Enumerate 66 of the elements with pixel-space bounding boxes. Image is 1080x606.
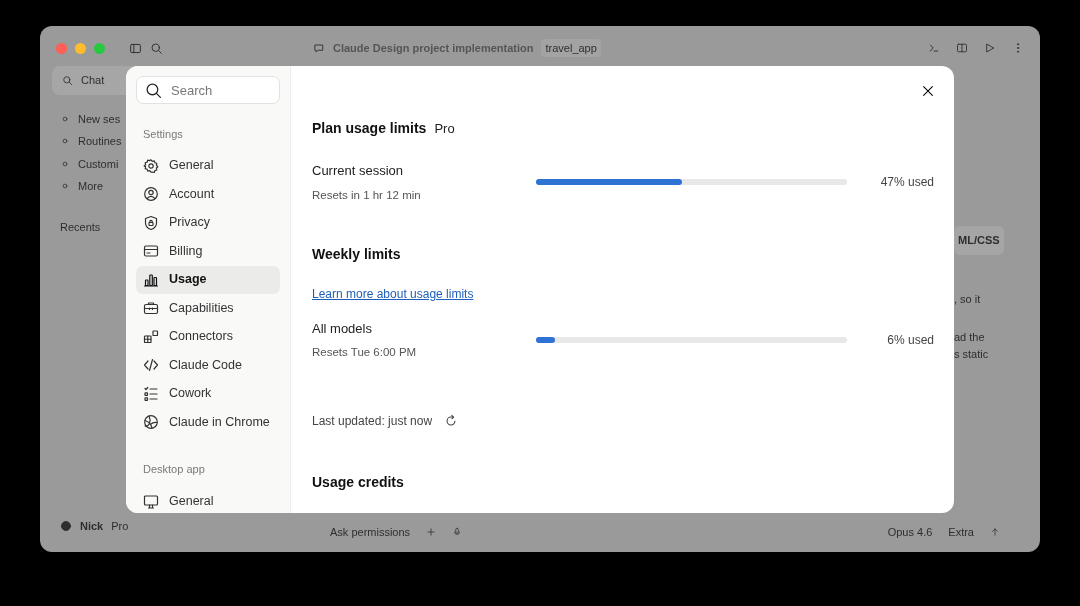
settings-nav-item[interactable]: Connectors <box>136 322 280 351</box>
settings-nav-item[interactable]: Privacy <box>136 208 280 237</box>
sidebar-item[interactable]: Customi <box>78 155 119 172</box>
permissions-button[interactable]: Ask permissions <box>330 523 411 540</box>
settings-nav-item[interactable]: General <box>136 487 280 513</box>
search-icon <box>62 74 73 86</box>
message-text: ML/CSS <box>954 226 1004 255</box>
plan-tier-label: Pro <box>434 120 455 138</box>
search-icon[interactable] <box>150 41 163 55</box>
bar-chart-icon <box>143 271 159 288</box>
message-text: ad the <box>954 330 986 345</box>
reset-time: Resets Tue 6:00 PM <box>312 345 418 361</box>
settings-nav-item[interactable]: Account <box>136 180 280 208</box>
section-heading: Settings <box>142 127 184 142</box>
chat-icon <box>313 42 325 54</box>
settings-nav-item[interactable]: Usage <box>136 265 280 294</box>
settings-nav-item[interactable]: General <box>136 151 280 180</box>
sidebar-icon[interactable] <box>129 41 142 55</box>
sidebar-item[interactable]: Routines <box>78 133 122 150</box>
meter-label: Current session <box>312 162 405 180</box>
message-text: s static <box>954 346 990 362</box>
project-tag: travel_app <box>541 38 601 58</box>
checklist-icon <box>143 385 159 402</box>
briefcase-icon <box>143 300 159 316</box>
settings-nav-item[interactable]: Cowork <box>136 379 280 408</box>
search-field[interactable]: Search <box>136 76 280 104</box>
usage-reading: 6% used <box>887 333 934 348</box>
section-heading: Desktop app <box>142 462 206 477</box>
effort-selector[interactable]: Extra <box>948 523 974 540</box>
send-icon[interactable] <box>990 526 1000 537</box>
settings-nav-item[interactable]: Billing <box>136 237 280 265</box>
credit-card-icon <box>143 243 159 259</box>
terminal-icon[interactable] <box>928 42 940 54</box>
section-title: Plan usage limits <box>312 119 427 138</box>
section-title: Weekly limits <box>312 244 402 264</box>
mic-icon[interactable] <box>452 526 463 537</box>
reset-time: Resets in 1 hr 12 min <box>312 187 422 203</box>
plus-icon[interactable] <box>426 526 437 537</box>
code-icon <box>143 357 159 373</box>
play-icon[interactable] <box>984 42 996 54</box>
user-name: Nick <box>80 518 104 534</box>
blocks-icon <box>143 328 159 345</box>
plan-label: Pro <box>111 518 129 534</box>
settings-nav-item[interactable]: Capabilities <box>136 294 280 322</box>
gear-icon <box>143 157 159 174</box>
usage-reading: 47% used <box>880 175 934 190</box>
window-title: Claude Design project implementation <box>333 40 534 56</box>
sidebar-item[interactable]: New ses <box>78 110 121 127</box>
sidebar-item[interactable]: More <box>78 178 104 195</box>
close-icon <box>921 84 935 98</box>
settings-nav-item[interactable]: Claude in Chrome <box>136 408 280 436</box>
model-selector[interactable]: Opus 4.6 <box>887 523 933 540</box>
settings-nav-item[interactable]: Claude Code <box>136 351 280 379</box>
section-heading: Recents <box>59 219 101 235</box>
user-icon <box>143 186 159 202</box>
globe-icon <box>143 414 159 430</box>
meter-label: All models <box>312 319 373 338</box>
shield-lock-icon <box>143 214 159 231</box>
search-icon <box>145 82 162 99</box>
message-text: , so it <box>954 291 982 307</box>
section-title: Usage credits <box>312 472 405 492</box>
avatar-icon[interactable] <box>60 519 72 532</box>
usage-limits-link[interactable]: Learn more about usage limits <box>312 286 474 301</box>
panel-icon[interactable] <box>956 42 968 54</box>
monitor-icon <box>143 493 159 510</box>
last-updated-text: Last updated: just now <box>312 412 433 430</box>
